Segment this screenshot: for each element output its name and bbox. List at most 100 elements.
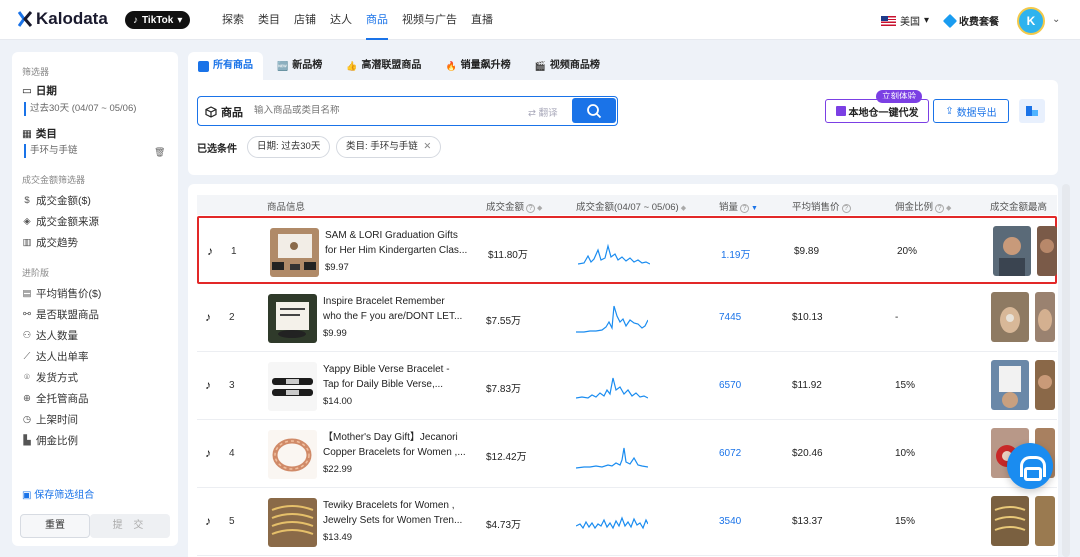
video-thumbnail[interactable] bbox=[1037, 226, 1057, 276]
date-filter-value[interactable]: 过去30天 (04/07 ~ 05/06) bbox=[24, 102, 136, 116]
tab-new-products[interactable]: 🆕 新品榜 bbox=[267, 52, 332, 80]
help-icon[interactable]: ? bbox=[526, 204, 536, 213]
translate-button[interactable]: ⇄ 翻译 bbox=[528, 105, 558, 119]
filter-avg-price[interactable]: ▤ 平均销售价($) bbox=[22, 286, 102, 301]
product-name[interactable]: Inspire Bracelet Remember who the F you a… bbox=[323, 294, 467, 324]
product-name[interactable]: Tewiky Bracelets for Women , Jewelry Sets… bbox=[323, 498, 467, 528]
video-thumbnail[interactable] bbox=[1035, 292, 1055, 342]
filter-fully-managed[interactable]: ⊕ 全托管商品 bbox=[22, 391, 89, 406]
help-icon[interactable]: ? bbox=[740, 204, 750, 213]
trash-icon[interactable]: 🗑 bbox=[154, 147, 165, 158]
nav-creator[interactable]: 达人 bbox=[324, 0, 358, 40]
save-filter-combo-link[interactable]: ▣ 保存筛选组合 bbox=[22, 486, 94, 501]
tab-label: 销量飙升榜 bbox=[460, 60, 511, 71]
video-thumbnail[interactable] bbox=[1035, 360, 1055, 410]
nav-live[interactable]: 直播 bbox=[465, 0, 499, 40]
save-combo-label: 保存筛选组合 bbox=[34, 490, 95, 501]
sales-count[interactable]: 6570 bbox=[719, 380, 741, 391]
product-image[interactable] bbox=[268, 362, 317, 411]
filter-gmv-source[interactable]: ◈ 成交金额来源 bbox=[22, 214, 99, 229]
sort-desc-icon[interactable]: ▼ bbox=[751, 205, 758, 212]
product-name-line1: Inspire Bracelet Remember bbox=[323, 296, 445, 307]
sort-icon[interactable]: ◆ bbox=[537, 205, 542, 212]
nav-explore[interactable]: 探索 bbox=[216, 0, 250, 40]
col-revenue-trend[interactable]: 成交金额(04/07 ~ 05/06) ◆ bbox=[576, 199, 686, 213]
reset-button[interactable]: 重置 bbox=[20, 514, 90, 538]
export-data-button[interactable]: ⇪ 数据导出 bbox=[933, 99, 1009, 123]
product-image[interactable] bbox=[270, 228, 319, 277]
help-icon[interactable]: ? bbox=[841, 204, 851, 213]
search-input[interactable] bbox=[254, 105, 504, 116]
nav-video-ads[interactable]: 视频与广告 bbox=[396, 0, 463, 40]
video-thumbnail[interactable] bbox=[991, 496, 1029, 546]
sales-count[interactable]: 1.19万 bbox=[721, 246, 750, 261]
nav-category[interactable]: 类目 bbox=[252, 0, 286, 40]
one-click-dropship-button[interactable]: 本地仓一键代发 bbox=[825, 99, 929, 123]
date-filter-heading[interactable]: ▭ 日期 bbox=[22, 83, 57, 98]
sales-count[interactable]: 6072 bbox=[719, 448, 741, 459]
table-row[interactable]: ♪ 3 Yappy Bible Verse Bracelet - Tap for … bbox=[197, 352, 1057, 420]
table-row[interactable]: ♪ 5 Tewiky Bracelets for Women , Jewelry … bbox=[197, 488, 1057, 556]
sales-count[interactable]: 7445 bbox=[719, 312, 741, 323]
filter-label: 全托管商品 bbox=[36, 393, 89, 405]
product-name-line2: Jewelry Sets for Women Tren... bbox=[323, 515, 463, 526]
filter-affiliate[interactable]: ⚯ 是否联盟商品 bbox=[22, 307, 99, 322]
product-name[interactable]: SAM & LORI Graduation Gifts for Her Him K… bbox=[325, 228, 469, 258]
filter-gmv-trend[interactable]: ▥ 成交趋势 bbox=[22, 235, 79, 250]
col-revenue[interactable]: 成交金额? ◆ bbox=[486, 199, 542, 213]
clock-icon: ◷ bbox=[22, 414, 32, 425]
tab-sales-surge[interactable]: 🔥 销量飙升榜 bbox=[435, 52, 520, 80]
col-avg-price[interactable]: 平均销售价? bbox=[792, 199, 851, 213]
video-thumbnail[interactable] bbox=[991, 360, 1029, 410]
tab-video-products[interactable]: 🎬 视频商品榜 bbox=[525, 52, 610, 80]
table-row[interactable]: ♪ 1 SAM & LORI Graduation Gifts for Her H… bbox=[197, 216, 1057, 284]
nav-product[interactable]: 商品 bbox=[360, 0, 394, 40]
product-name[interactable]: Yappy Bible Verse Bracelet - Tap for Dail… bbox=[323, 362, 467, 392]
filter-gmv-amount[interactable]: $ 成交金额($) bbox=[22, 193, 91, 208]
video-thumbnail[interactable] bbox=[991, 292, 1029, 342]
users-icon: ⚇ bbox=[22, 330, 32, 341]
dashboard-icon[interactable] bbox=[1019, 99, 1045, 123]
product-price: $13.49 bbox=[323, 532, 353, 543]
category-filter-heading[interactable]: ▦ 类目 bbox=[22, 126, 57, 141]
close-icon[interactable]: ✕ bbox=[423, 141, 431, 152]
col-sales[interactable]: 销量? ▼ bbox=[719, 199, 758, 213]
sort-icon[interactable]: ◆ bbox=[681, 205, 686, 212]
sort-icon[interactable]: ◆ bbox=[946, 205, 951, 212]
caret-down-icon: ▾ bbox=[924, 15, 930, 26]
plans-link[interactable]: 收费套餐 bbox=[942, 13, 999, 28]
filter-creator-rate[interactable]: ⟋ 达人出单率 bbox=[22, 349, 89, 364]
apps-icon bbox=[198, 60, 209, 72]
table-row[interactable]: ♪ 4 【Mother's Day Gift】Jecanori Copper Br… bbox=[197, 420, 1057, 488]
nav-shop[interactable]: 店铺 bbox=[288, 0, 322, 40]
help-icon[interactable]: ? bbox=[935, 204, 945, 213]
chevron-down-icon[interactable]: ⌄ bbox=[1052, 14, 1060, 25]
video-thumbnail[interactable] bbox=[993, 226, 1031, 276]
search-button[interactable] bbox=[572, 98, 616, 123]
platform-selector[interactable]: ♪ TikTok ▾ bbox=[125, 11, 191, 29]
customer-support-icon[interactable] bbox=[1007, 443, 1053, 489]
search-type[interactable]: 商品 bbox=[205, 104, 243, 120]
filter-shipping[interactable]: ⌾ 发货方式 bbox=[22, 370, 78, 385]
filter-commission[interactable]: ▙ 佣金比例 bbox=[22, 433, 78, 448]
table-row[interactable]: ♪ 2 Inspire Bracelet Remember who the F y… bbox=[197, 284, 1057, 352]
filter-creator-count[interactable]: ⚇ 达人数量 bbox=[22, 328, 78, 343]
region-selector[interactable]: 美国 ▾ bbox=[881, 13, 929, 28]
product-name[interactable]: 【Mother's Day Gift】Jecanori Copper Bracel… bbox=[323, 430, 467, 460]
video-thumbnail[interactable] bbox=[1035, 496, 1055, 546]
product-image[interactable] bbox=[268, 294, 317, 343]
product-image[interactable] bbox=[268, 498, 317, 547]
user-avatar[interactable]: K bbox=[1017, 7, 1045, 35]
product-image[interactable] bbox=[268, 430, 317, 479]
sales-count[interactable]: 3540 bbox=[719, 516, 741, 527]
scrollbar[interactable] bbox=[1062, 184, 1070, 557]
condition-chip-date[interactable]: 日期: 过去30天 bbox=[247, 136, 331, 158]
brand-logo[interactable]: Kalodata bbox=[18, 9, 108, 29]
col-commission[interactable]: 佣金比例? ◆ bbox=[895, 199, 951, 213]
submit-button[interactable]: 提 交 bbox=[90, 514, 170, 538]
condition-chip-category[interactable]: 类目: 手环与手链 ✕ bbox=[336, 136, 442, 158]
category-filter-value[interactable]: 手环与手链 bbox=[24, 144, 78, 158]
tab-all-products[interactable]: 所有商品 bbox=[188, 52, 263, 80]
tab-high-potential[interactable]: 👍 高潜联盟商品 bbox=[336, 52, 431, 80]
filter-listing-time[interactable]: ◷ 上架时间 bbox=[22, 412, 78, 427]
